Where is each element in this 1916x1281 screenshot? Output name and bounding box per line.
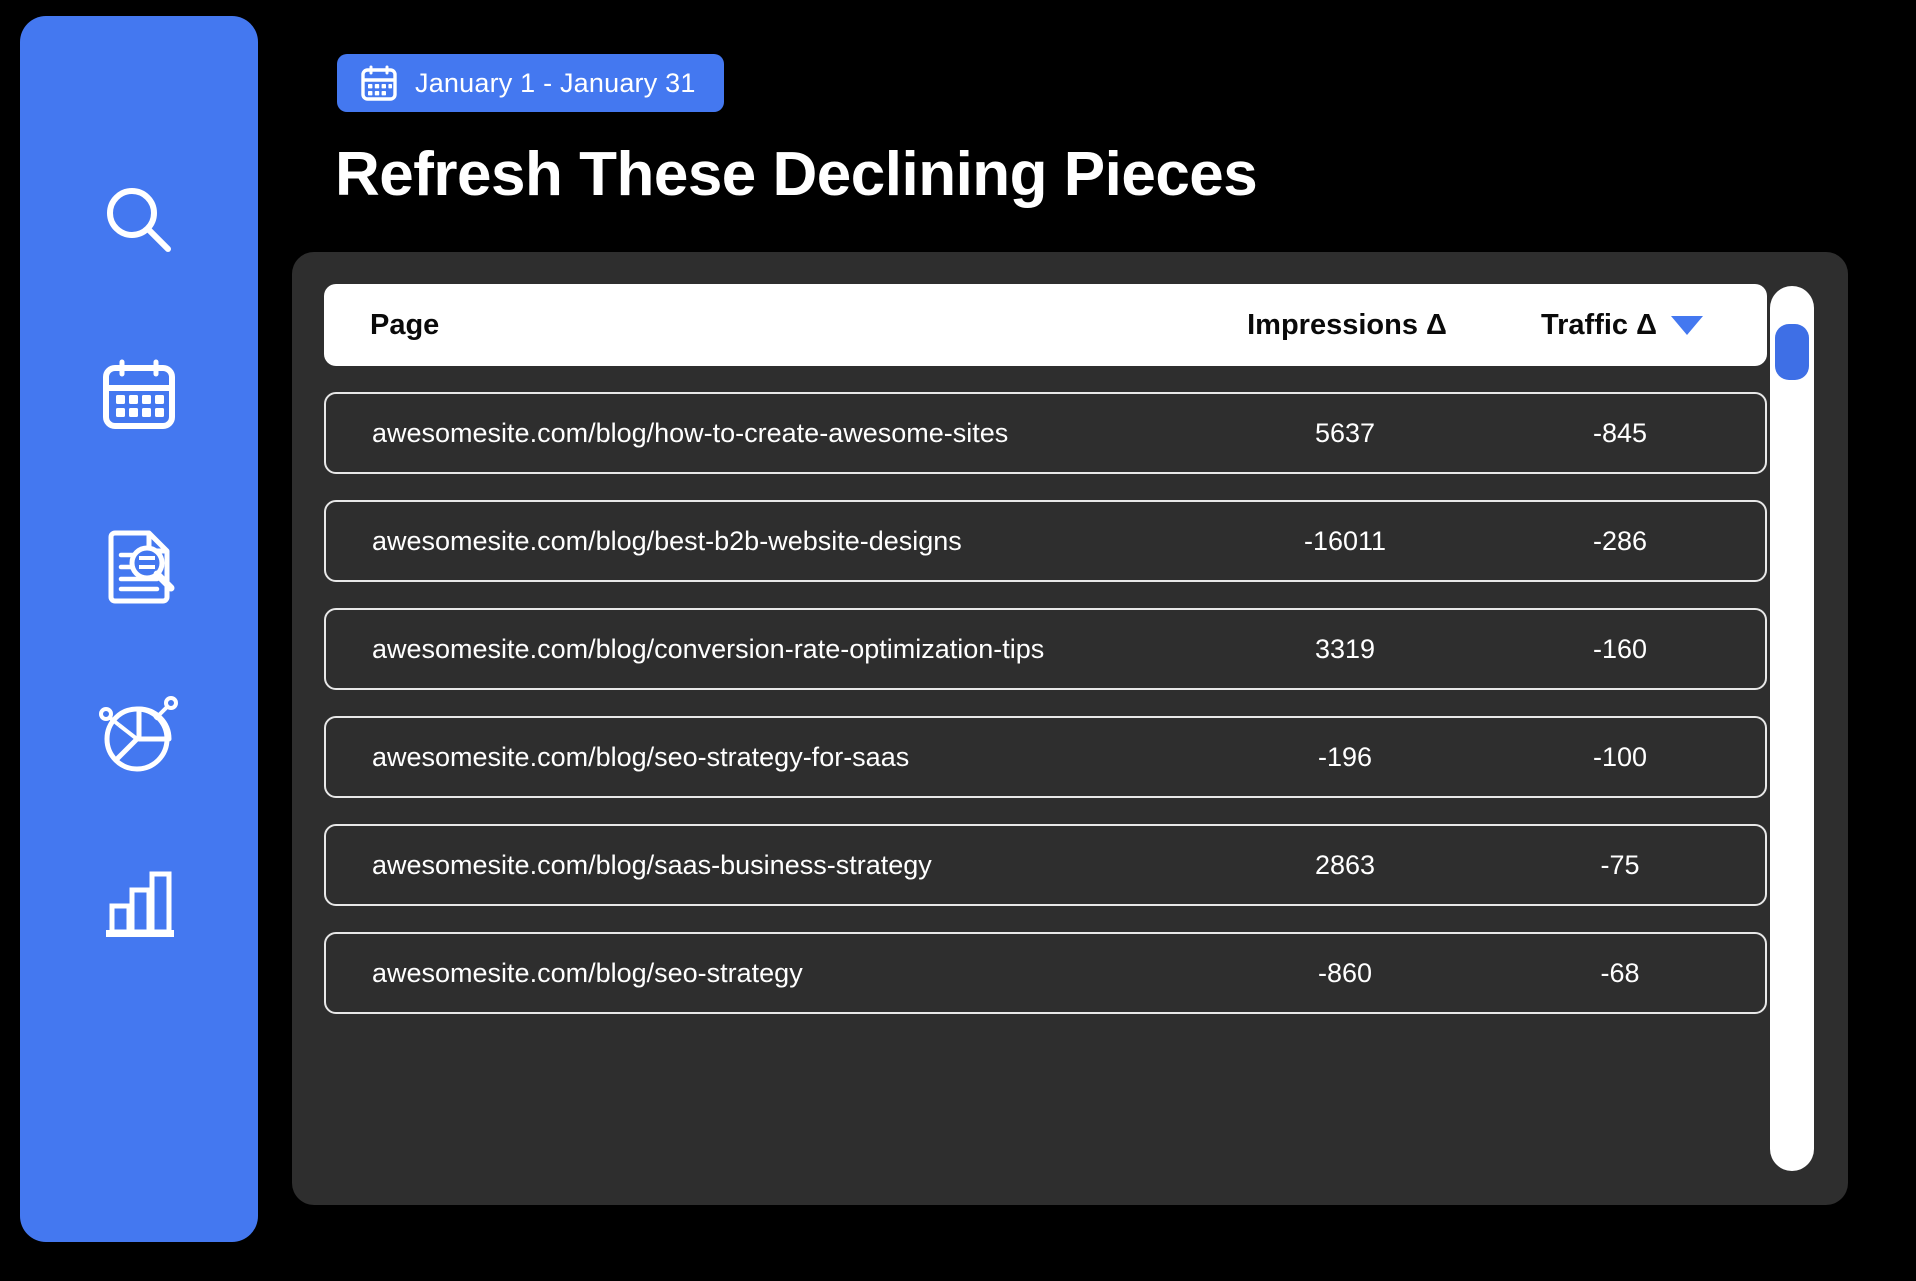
declining-pages-card: Page Impressions Δ Traffic Δ awesomesite…	[292, 252, 1848, 1205]
cell-impressions: 3319	[1314, 633, 1376, 664]
document-audit-icon	[95, 521, 183, 609]
cell-traffic: -100	[1592, 741, 1648, 772]
cell-page: awesomesite.com/blog/seo-strategy	[372, 957, 803, 988]
cell-impressions: -16011	[1303, 525, 1387, 556]
cell-impressions: 2863	[1314, 849, 1376, 880]
sidebar-item-content-audit[interactable]	[84, 510, 194, 620]
column-header-impressions[interactable]: Impressions Δ	[1197, 309, 1497, 342]
cell-traffic: -845	[1592, 417, 1648, 448]
date-range-selector[interactable]: January 1 - January 31	[337, 54, 724, 112]
vertical-scrollbar[interactable]	[1770, 286, 1814, 1171]
bar-chart-icon	[96, 860, 182, 946]
pages-table: Page Impressions Δ Traffic Δ awesomesite…	[324, 284, 1767, 1173]
search-icon	[100, 182, 178, 260]
table-header-row: Page Impressions Δ Traffic Δ	[324, 284, 1767, 366]
cell-traffic: -286	[1592, 525, 1648, 556]
column-header-traffic-label: Traffic Δ	[1541, 308, 1657, 341]
table-body: awesomesite.com/blog/how-to-create-aweso…	[324, 392, 1767, 1014]
cell-impressions: -860	[1317, 957, 1373, 988]
sidebar-item-search[interactable]	[84, 166, 194, 276]
app-root: January 1 - January 31 Refresh These Dec…	[0, 0, 1916, 1281]
pie-chart-icon	[95, 689, 183, 777]
cell-page: awesomesite.com/blog/conversion-rate-opt…	[372, 633, 1045, 664]
table-row[interactable]: awesomesite.com/blog/conversion-rate-opt…	[324, 608, 1767, 690]
sidebar-item-analytics[interactable]	[84, 678, 194, 788]
sidebar	[20, 16, 258, 1242]
cell-page: awesomesite.com/blog/saas-business-strat…	[372, 849, 932, 880]
table-row[interactable]: awesomesite.com/blog/saas-business-strat…	[324, 824, 1767, 906]
cell-page: awesomesite.com/blog/how-to-create-aweso…	[372, 417, 1009, 448]
table-row[interactable]: awesomesite.com/blog/best-b2b-website-de…	[324, 500, 1767, 582]
calendar-icon	[98, 352, 180, 434]
caret-down-icon[interactable]	[1670, 315, 1703, 335]
sidebar-item-calendar[interactable]	[84, 338, 194, 448]
cell-traffic: -160	[1592, 633, 1648, 664]
cell-traffic: -75	[1600, 849, 1640, 880]
cell-page: awesomesite.com/blog/best-b2b-website-de…	[372, 525, 962, 556]
calendar-icon	[359, 63, 399, 103]
table-row[interactable]: awesomesite.com/blog/seo-strategy-for-sa…	[324, 716, 1767, 798]
cell-impressions: 5637	[1314, 417, 1376, 448]
cell-impressions: -196	[1317, 741, 1373, 772]
cell-traffic: -68	[1600, 957, 1640, 988]
sidebar-item-reports[interactable]	[84, 848, 194, 958]
column-header-traffic[interactable]: Traffic Δ	[1497, 309, 1767, 342]
column-header-page[interactable]: Page	[370, 309, 1197, 342]
table-row[interactable]: awesomesite.com/blog/how-to-create-aweso…	[324, 392, 1767, 474]
cell-page: awesomesite.com/blog/seo-strategy-for-sa…	[372, 741, 910, 772]
scrollbar-thumb[interactable]	[1775, 324, 1809, 380]
table-row[interactable]: awesomesite.com/blog/seo-strategy -860 -…	[324, 932, 1767, 1014]
page-title: Refresh These Declining Pieces	[335, 140, 1258, 209]
date-range-label: January 1 - January 31	[415, 67, 696, 98]
